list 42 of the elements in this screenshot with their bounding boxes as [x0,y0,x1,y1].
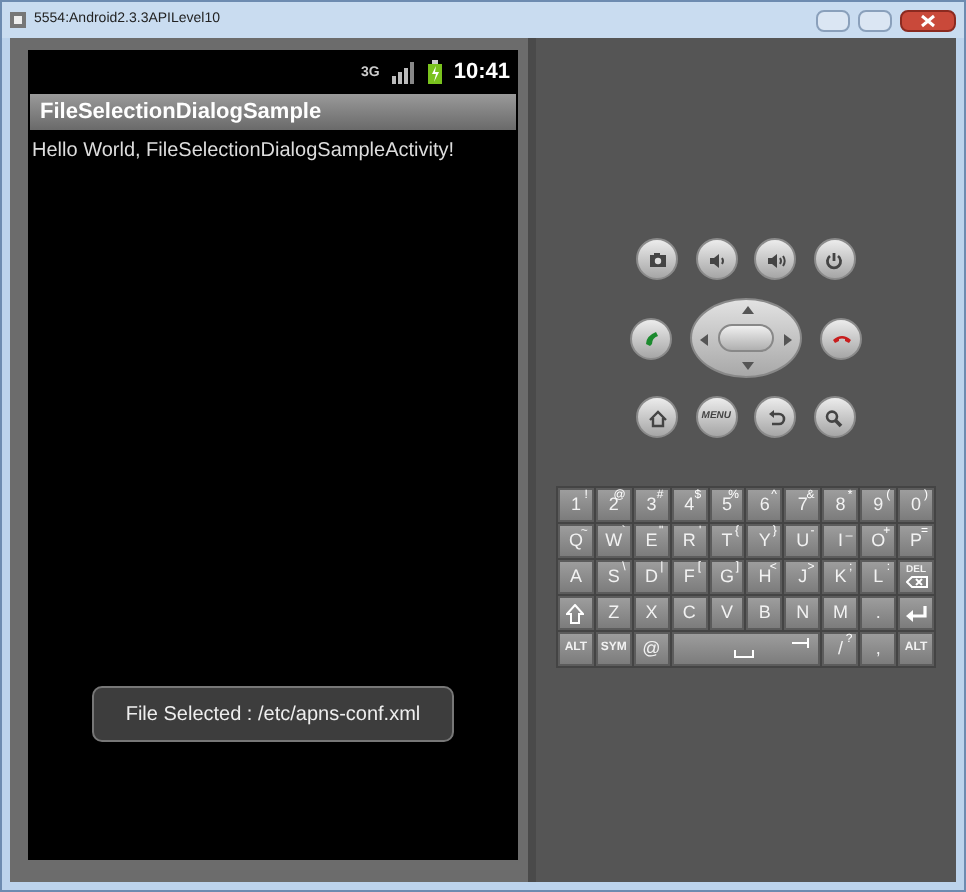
search-button[interactable] [813,396,856,438]
up-arrow-icon [742,306,754,314]
end-call-button[interactable] [820,317,862,359]
close-icon [920,13,936,27]
right-arrow-icon [784,334,792,346]
space-key[interactable] [671,632,821,666]
key[interactable]: A [558,560,594,594]
app-icon [10,12,26,28]
signal-icon [391,61,416,83]
back-button[interactable] [754,396,797,438]
power-button[interactable] [813,238,856,280]
key[interactable]: @ [633,632,670,666]
volume-down-button[interactable] [695,238,738,280]
shift-key[interactable] [558,596,594,630]
camera-button[interactable] [636,238,678,280]
left-arrow-icon [700,334,708,346]
call-button[interactable] [630,317,672,359]
home-button[interactable] [636,396,678,438]
shift-icon [566,603,585,623]
battery-icon [427,60,442,84]
tab-icon [792,638,811,648]
key[interactable]: V [709,596,745,630]
key[interactable]: , [860,632,897,666]
clock: 10:41 [453,57,510,88]
enter-key[interactable] [898,596,934,630]
volume-up-button[interactable] [754,238,797,280]
down-arrow-icon [742,362,754,370]
enter-icon [905,605,928,621]
key[interactable]: B [746,596,783,630]
center-button[interactable] [718,324,774,352]
key[interactable]: M [822,596,859,630]
toast-message: File Selected : /etc/apns-conf.xml [92,686,454,742]
hello-message: Hello World, FileSelectionDialogSampleActivity! [30,138,457,166]
close-button[interactable] [900,9,956,31]
key[interactable]: . [860,596,897,630]
key[interactable]: C [671,596,708,630]
key[interactable]: N [784,596,821,630]
app-title: FileSelectionDialogSample [40,97,322,128]
key[interactable]: Z [595,596,632,630]
backspace-icon [905,576,928,588]
key[interactable]: X [633,596,670,630]
space-icon [733,650,754,658]
